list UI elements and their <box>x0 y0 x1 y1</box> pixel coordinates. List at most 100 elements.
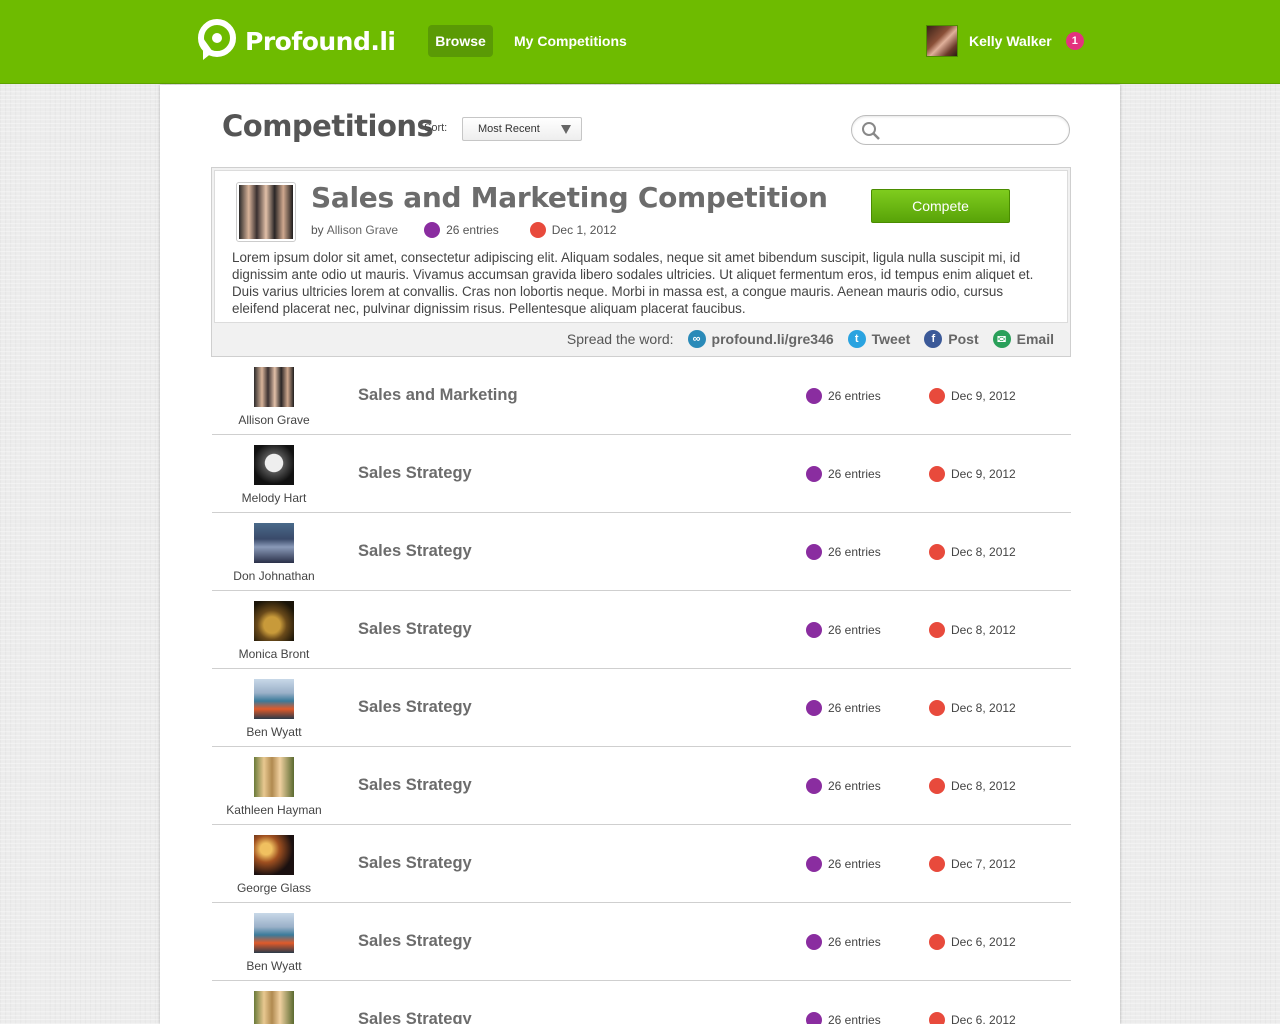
competition-title[interactable]: Sales Strategy <box>358 932 472 951</box>
entries-text: 26 entries <box>828 389 881 403</box>
competition-title[interactable]: Sales Strategy <box>358 1010 472 1024</box>
nav-my-competitions[interactable]: My Competitions <box>514 25 627 57</box>
notification-badge[interactable]: 1 <box>1065 32 1084 50</box>
featured-title[interactable]: Sales and Marketing Competition <box>311 181 828 214</box>
main-card: Competitions Sort: Most Recent Sales and… <box>160 85 1120 1024</box>
featured-avatar[interactable] <box>236 182 296 242</box>
share-link-text: profound.li/gre346 <box>711 331 834 347</box>
clock-icon <box>929 1012 945 1024</box>
list-item[interactable]: Kathleen Hayman Sales Strategy 26 entrie… <box>212 747 1071 825</box>
sort-select[interactable]: Most Recent <box>462 117 582 141</box>
entries-text: 26 entries <box>828 467 881 481</box>
avatar[interactable] <box>254 835 294 875</box>
entries: 26 entries <box>806 856 881 872</box>
date: Dec 6, 2012 <box>929 934 1016 950</box>
competition-title[interactable]: Sales Strategy <box>358 464 472 483</box>
search-box[interactable] <box>851 115 1070 145</box>
author-name[interactable]: Monica Bront <box>212 647 336 661</box>
avatar[interactable] <box>254 757 294 797</box>
list-item[interactable]: Allison Grave Sales and Marketing 26 ent… <box>212 357 1071 435</box>
featured-avatar-photo <box>239 185 293 239</box>
author-name[interactable]: Kathleen Hayman <box>212 803 336 817</box>
compete-button[interactable]: Compete <box>871 189 1010 223</box>
author-name[interactable]: George Glass <box>212 881 336 895</box>
featured-by-prefix: by <box>311 223 324 237</box>
avatar[interactable] <box>254 445 294 485</box>
user-name[interactable]: Kelly Walker <box>969 33 1052 49</box>
entries: 26 entries <box>806 466 881 482</box>
email-icon: ✉ <box>992 330 1011 348</box>
date-text: Dec 8, 2012 <box>951 545 1016 559</box>
list-item[interactable]: Monica Bront Sales Strategy 26 entries D… <box>212 591 1071 669</box>
search-icon <box>862 122 880 140</box>
competition-title[interactable]: Sales Strategy <box>358 698 472 717</box>
top-bar: Profound.li Browse My Competitions Kelly… <box>0 0 1280 84</box>
competition-title[interactable]: Sales Strategy <box>358 854 472 873</box>
entries-text: 26 entries <box>828 935 881 949</box>
microphone-icon <box>806 388 822 404</box>
microphone-icon <box>806 466 822 482</box>
avatar[interactable] <box>254 523 294 563</box>
microphone-icon <box>806 700 822 716</box>
author-name[interactable]: Allison Grave <box>212 413 336 427</box>
logo[interactable]: Profound.li <box>193 18 396 64</box>
date-text: Dec 6, 2012 <box>951 1013 1016 1024</box>
competition-title[interactable]: Sales Strategy <box>358 776 472 795</box>
entries-text: 26 entries <box>828 1013 881 1024</box>
post-button[interactable]: f Post <box>924 330 979 348</box>
spread-label: Spread the word: <box>566 331 674 347</box>
entries-text: 26 entries <box>828 701 881 715</box>
share-link[interactable]: ∞ profound.li/gre346 <box>687 330 834 348</box>
entries: 26 entries <box>806 544 881 560</box>
date: Dec 6, 2012 <box>929 1012 1016 1024</box>
tweet-label: Tweet <box>871 331 911 347</box>
author-name[interactable]: Ben Wyatt <box>212 725 336 739</box>
author-name[interactable]: Don Johnathan <box>212 569 336 583</box>
entries: 26 entries <box>806 778 881 794</box>
featured-competition: Sales and Marketing Competition by Allis… <box>211 167 1071 357</box>
logo-text: Profound.li <box>245 26 396 56</box>
date-text: Dec 8, 2012 <box>951 779 1016 793</box>
featured-date-text: Dec 1, 2012 <box>551 223 617 237</box>
email-button[interactable]: ✉ Email <box>992 330 1054 348</box>
entries: 26 entries <box>806 700 881 716</box>
user-avatar[interactable] <box>926 25 958 57</box>
date: Dec 8, 2012 <box>929 544 1016 560</box>
avatar[interactable] <box>254 991 294 1024</box>
date: Dec 8, 2012 <box>929 778 1016 794</box>
competition-title[interactable]: Sales Strategy <box>358 620 472 639</box>
nav-browse[interactable]: Browse <box>428 25 493 57</box>
clock-icon <box>929 856 945 872</box>
list-item[interactable]: Melody Hart Sales Strategy 26 entries De… <box>212 435 1071 513</box>
search-input[interactable] <box>886 120 1061 140</box>
author-name[interactable]: Ben Wyatt <box>212 959 336 973</box>
avatar[interactable] <box>254 601 294 641</box>
list-item[interactable]: Sales Strategy 26 entries Dec 6, 2012 <box>212 981 1071 1024</box>
avatar[interactable] <box>254 913 294 953</box>
sort-select-value: Most Recent <box>478 123 540 135</box>
featured-meta: by Allison Grave 26 entries Dec 1, 2012 <box>311 222 616 238</box>
clock-icon <box>929 934 945 950</box>
competition-title[interactable]: Sales Strategy <box>358 542 472 561</box>
tweet-button[interactable]: t Tweet <box>847 330 911 348</box>
entries: 26 entries <box>806 1012 881 1024</box>
profound-logo-icon <box>198 19 236 60</box>
list-item[interactable]: Ben Wyatt Sales Strategy 26 entries Dec … <box>212 669 1071 747</box>
author-name[interactable]: Melody Hart <box>212 491 336 505</box>
clock-icon <box>929 700 945 716</box>
microphone-icon <box>806 544 822 560</box>
competition-title[interactable]: Sales and Marketing <box>358 386 518 405</box>
featured-description: Lorem ipsum dolor sit amet, consectetur … <box>232 250 1034 316</box>
list-item[interactable]: Don Johnathan Sales Strategy 26 entries … <box>212 513 1071 591</box>
avatar[interactable] <box>254 679 294 719</box>
user-menu[interactable]: Kelly Walker 1 <box>926 25 1084 57</box>
avatar[interactable] <box>254 367 294 407</box>
list-item[interactable]: Ben Wyatt Sales Strategy 26 entries Dec … <box>212 903 1071 981</box>
list-item[interactable]: George Glass Sales Strategy 26 entries D… <box>212 825 1071 903</box>
entries: 26 entries <box>806 388 881 404</box>
entries-text: 26 entries <box>828 545 881 559</box>
chevron-down-icon <box>561 125 571 134</box>
competition-list: Allison Grave Sales and Marketing 26 ent… <box>212 357 1071 1024</box>
date-text: Dec 9, 2012 <box>951 467 1016 481</box>
featured-author[interactable]: Allison Grave <box>327 223 398 237</box>
